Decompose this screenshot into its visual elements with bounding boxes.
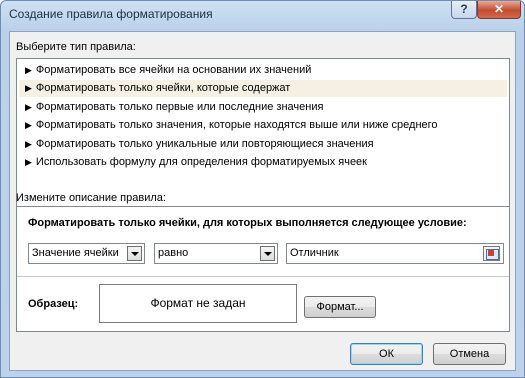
value-input[interactable]: Отличник [286, 243, 504, 264]
bullet-arrow-icon: ▶ [25, 120, 32, 130]
operator-dropdown-value: равно [158, 247, 189, 259]
bullet-arrow-icon: ▶ [25, 65, 32, 75]
range-marker-icon [488, 250, 494, 256]
cell-value-dropdown[interactable]: Значение ячейки [28, 243, 145, 264]
bullet-arrow-icon: ▶ [25, 139, 32, 149]
rule-item-all-cells[interactable]: ▶ Форматировать все ячейки на основании и… [19, 62, 507, 79]
dialog-window: Создание правила форматирования ? ✕ Выбе… [0, 0, 525, 378]
rule-item-above-below-average[interactable]: ▶ Форматировать только значения, которые … [19, 117, 507, 134]
preview-label: Образец: [28, 298, 79, 310]
rule-item-cells-containing[interactable]: ▶ Форматировать только ячейки, которые со… [19, 80, 507, 97]
bullet-arrow-icon: ▶ [25, 157, 32, 167]
rule-type-list[interactable]: ▶ Форматировать все ячейки на основании и… [16, 58, 510, 207]
rule-description-panel: Форматировать только ячейки, для которых… [16, 206, 510, 332]
bullet-arrow-icon: ▶ [25, 83, 32, 93]
chevron-down-icon[interactable] [127, 246, 142, 261]
rule-item-label: Форматировать только ячейки, которые сод… [35, 82, 291, 94]
close-button[interactable]: ✕ [477, 1, 521, 19]
rule-item-formula[interactable]: ▶ Использовать формулу для определения фо… [19, 154, 507, 171]
range-select-button[interactable] [483, 246, 500, 261]
chevron-down-icon[interactable] [260, 246, 275, 261]
rule-item-unique-duplicate[interactable]: ▶ Форматировать только уникальные или пов… [19, 136, 507, 153]
window-title: Создание правила форматирования [9, 7, 213, 21]
format-preview-box: Формат не задан [99, 284, 297, 323]
rule-item-label: Форматировать только первые или последни… [35, 101, 324, 113]
cell-value-dropdown-value: Значение ячейки [32, 247, 119, 259]
title-bar[interactable]: Создание правила форматирования ? ✕ [1, 1, 524, 31]
divider [17, 276, 509, 277]
value-input-text: Отличник [290, 247, 339, 259]
rule-item-label: Использовать формулу для определения фор… [35, 156, 367, 168]
dialog-body: Выберите тип правила: ▶ Форматировать все… [9, 31, 516, 371]
condition-title: Форматировать только ячейки, для которых… [28, 217, 467, 229]
rule-item-label: Форматировать только значения, которые н… [35, 119, 438, 131]
help-button[interactable]: ? [451, 1, 477, 19]
rule-item-label: Форматировать все ячейки на основании их… [35, 64, 312, 76]
bullet-arrow-icon: ▶ [25, 102, 32, 112]
rule-item-label: Форматировать только уникальные или повт… [35, 138, 374, 150]
operator-dropdown[interactable]: равно [154, 243, 278, 264]
cancel-button[interactable]: Отмена [433, 343, 506, 365]
edit-description-label: Измените описание правила: [16, 192, 166, 204]
format-button[interactable]: Формат... [304, 296, 376, 318]
ok-button[interactable]: ОК [350, 343, 423, 365]
rule-type-label: Выберите тип правила: [16, 41, 136, 53]
rule-item-top-bottom[interactable]: ▶ Форматировать только первые или последн… [19, 99, 507, 116]
